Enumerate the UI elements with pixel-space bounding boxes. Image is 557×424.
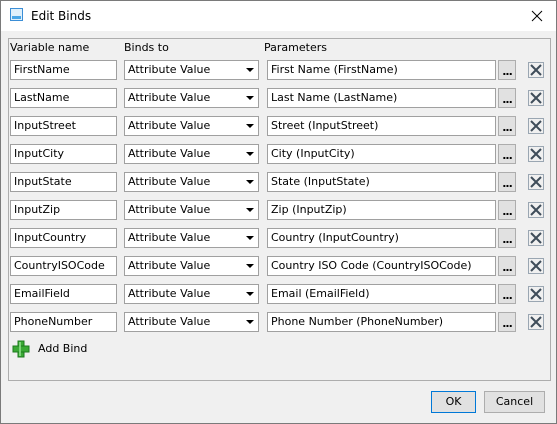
chevron-down-icon bbox=[246, 124, 254, 128]
binds-to-select[interactable]: Attribute Value bbox=[124, 228, 259, 248]
variable-name-input[interactable]: CountryISOCode bbox=[10, 256, 117, 276]
parameter-field[interactable]: First Name (FirstName) bbox=[267, 60, 496, 80]
bind-row: FirstName Attribute Value First Name (Firs… bbox=[9, 60, 550, 82]
cancel-button[interactable]: Cancel bbox=[484, 391, 545, 413]
parameter-field[interactable]: Country ISO Code (CountryISOCode) bbox=[267, 256, 496, 276]
title-bar: Edit Binds bbox=[1, 1, 556, 31]
binds-to-select[interactable]: Attribute Value bbox=[124, 172, 259, 192]
binds-to-select[interactable]: Attribute Value bbox=[124, 60, 259, 80]
close-icon[interactable] bbox=[526, 5, 548, 27]
edit-binds-dialog: Edit Binds Variable name Binds to Parame… bbox=[0, 0, 557, 424]
binds-to-select[interactable]: Attribute Value bbox=[124, 312, 259, 332]
binds-to-value: Attribute Value bbox=[128, 231, 211, 244]
delete-bind-icon[interactable] bbox=[527, 117, 545, 135]
browse-parameter-button[interactable]: ... bbox=[498, 116, 516, 136]
browse-parameter-button[interactable]: ... bbox=[498, 88, 516, 108]
delete-bind-icon[interactable] bbox=[527, 313, 545, 331]
parameter-field[interactable]: Email (EmailField) bbox=[267, 284, 496, 304]
bind-row: EmailField Attribute Value Email (EmailFie… bbox=[9, 284, 550, 306]
binds-to-value: Attribute Value bbox=[128, 119, 211, 132]
parameter-field[interactable]: Phone Number (PhoneNumber) bbox=[267, 312, 496, 332]
bind-row: PhoneNumber Attribute Value Phone Number (… bbox=[9, 312, 550, 334]
parameter-field[interactable]: Last Name (LastName) bbox=[267, 88, 496, 108]
header-binds-to: Binds to bbox=[124, 41, 169, 54]
delete-bind-icon[interactable] bbox=[527, 201, 545, 219]
parameter-field[interactable]: Country (InputCountry) bbox=[267, 228, 496, 248]
variable-name-input[interactable]: InputZip bbox=[10, 200, 117, 220]
window-app-icon bbox=[10, 8, 23, 21]
chevron-down-icon bbox=[246, 96, 254, 100]
bind-row: InputCity Attribute Value City (InputCity)… bbox=[9, 144, 550, 166]
binds-to-select[interactable]: Attribute Value bbox=[124, 144, 259, 164]
bind-row: InputStreet Attribute Value Street (InputS… bbox=[9, 116, 550, 138]
header-parameters: Parameters bbox=[264, 41, 327, 54]
parameter-field[interactable]: Zip (InputZip) bbox=[267, 200, 496, 220]
browse-parameter-button[interactable]: ... bbox=[498, 60, 516, 80]
bind-row: InputZip Attribute Value Zip (InputZip)... bbox=[9, 200, 550, 222]
delete-bind-icon[interactable] bbox=[527, 257, 545, 275]
binds-to-value: Attribute Value bbox=[128, 315, 211, 328]
delete-bind-icon[interactable] bbox=[527, 145, 545, 163]
parameter-field[interactable]: State (InputState) bbox=[267, 172, 496, 192]
browse-parameter-button[interactable]: ... bbox=[498, 256, 516, 276]
binds-to-value: Attribute Value bbox=[128, 203, 211, 216]
browse-parameter-button[interactable]: ... bbox=[498, 144, 516, 164]
binds-to-select[interactable]: Attribute Value bbox=[124, 284, 259, 304]
chevron-down-icon bbox=[246, 292, 254, 296]
binds-to-select[interactable]: Attribute Value bbox=[124, 256, 259, 276]
delete-bind-icon[interactable] bbox=[527, 285, 545, 303]
binds-to-value: Attribute Value bbox=[128, 287, 211, 300]
parameter-field[interactable]: Street (InputStreet) bbox=[267, 116, 496, 136]
bind-row: CountryISOCode Attribute Value Country ISO… bbox=[9, 256, 550, 278]
binds-to-value: Attribute Value bbox=[128, 147, 211, 160]
window-title: Edit Binds bbox=[31, 9, 92, 23]
variable-name-input[interactable]: EmailField bbox=[10, 284, 117, 304]
variable-name-input[interactable]: PhoneNumber bbox=[10, 312, 117, 332]
browse-parameter-button[interactable]: ... bbox=[498, 284, 516, 304]
chevron-down-icon bbox=[246, 236, 254, 240]
parameter-field[interactable]: City (InputCity) bbox=[267, 144, 496, 164]
binds-to-value: Attribute Value bbox=[128, 175, 211, 188]
delete-bind-icon[interactable] bbox=[527, 229, 545, 247]
delete-bind-icon[interactable] bbox=[527, 89, 545, 107]
binds-group: Variable name Binds to Parameters FirstN… bbox=[8, 38, 551, 381]
bind-row: InputCountry Attribute Value Country (Inpu… bbox=[9, 228, 550, 250]
browse-parameter-button[interactable]: ... bbox=[498, 228, 516, 248]
binds-to-select[interactable]: Attribute Value bbox=[124, 116, 259, 136]
plus-icon bbox=[12, 340, 30, 358]
chevron-down-icon bbox=[246, 320, 254, 324]
add-bind-label: Add Bind bbox=[38, 342, 88, 355]
variable-name-input[interactable]: InputCountry bbox=[10, 228, 117, 248]
binds-to-value: Attribute Value bbox=[128, 63, 211, 76]
chevron-down-icon bbox=[246, 68, 254, 72]
browse-parameter-button[interactable]: ... bbox=[498, 172, 516, 192]
delete-bind-icon[interactable] bbox=[527, 61, 545, 79]
variable-name-input[interactable]: InputState bbox=[10, 172, 117, 192]
bind-row: InputState Attribute Value State (InputSta… bbox=[9, 172, 550, 194]
variable-name-input[interactable]: FirstName bbox=[10, 60, 117, 80]
ok-button[interactable]: OK bbox=[431, 391, 476, 413]
variable-name-input[interactable]: InputCity bbox=[10, 144, 117, 164]
chevron-down-icon bbox=[246, 180, 254, 184]
chevron-down-icon bbox=[246, 208, 254, 212]
browse-parameter-button[interactable]: ... bbox=[498, 200, 516, 220]
chevron-down-icon bbox=[246, 152, 254, 156]
binds-to-value: Attribute Value bbox=[128, 259, 211, 272]
binds-to-value: Attribute Value bbox=[128, 91, 211, 104]
bind-row: LastName Attribute Value Last Name (LastNa… bbox=[9, 88, 550, 110]
chevron-down-icon bbox=[246, 264, 254, 268]
variable-name-input[interactable]: LastName bbox=[10, 88, 117, 108]
variable-name-input[interactable]: InputStreet bbox=[10, 116, 117, 136]
binds-to-select[interactable]: Attribute Value bbox=[124, 200, 259, 220]
header-variable-name: Variable name bbox=[10, 41, 90, 54]
binds-to-select[interactable]: Attribute Value bbox=[124, 88, 259, 108]
delete-bind-icon[interactable] bbox=[527, 173, 545, 191]
browse-parameter-button[interactable]: ... bbox=[498, 312, 516, 332]
